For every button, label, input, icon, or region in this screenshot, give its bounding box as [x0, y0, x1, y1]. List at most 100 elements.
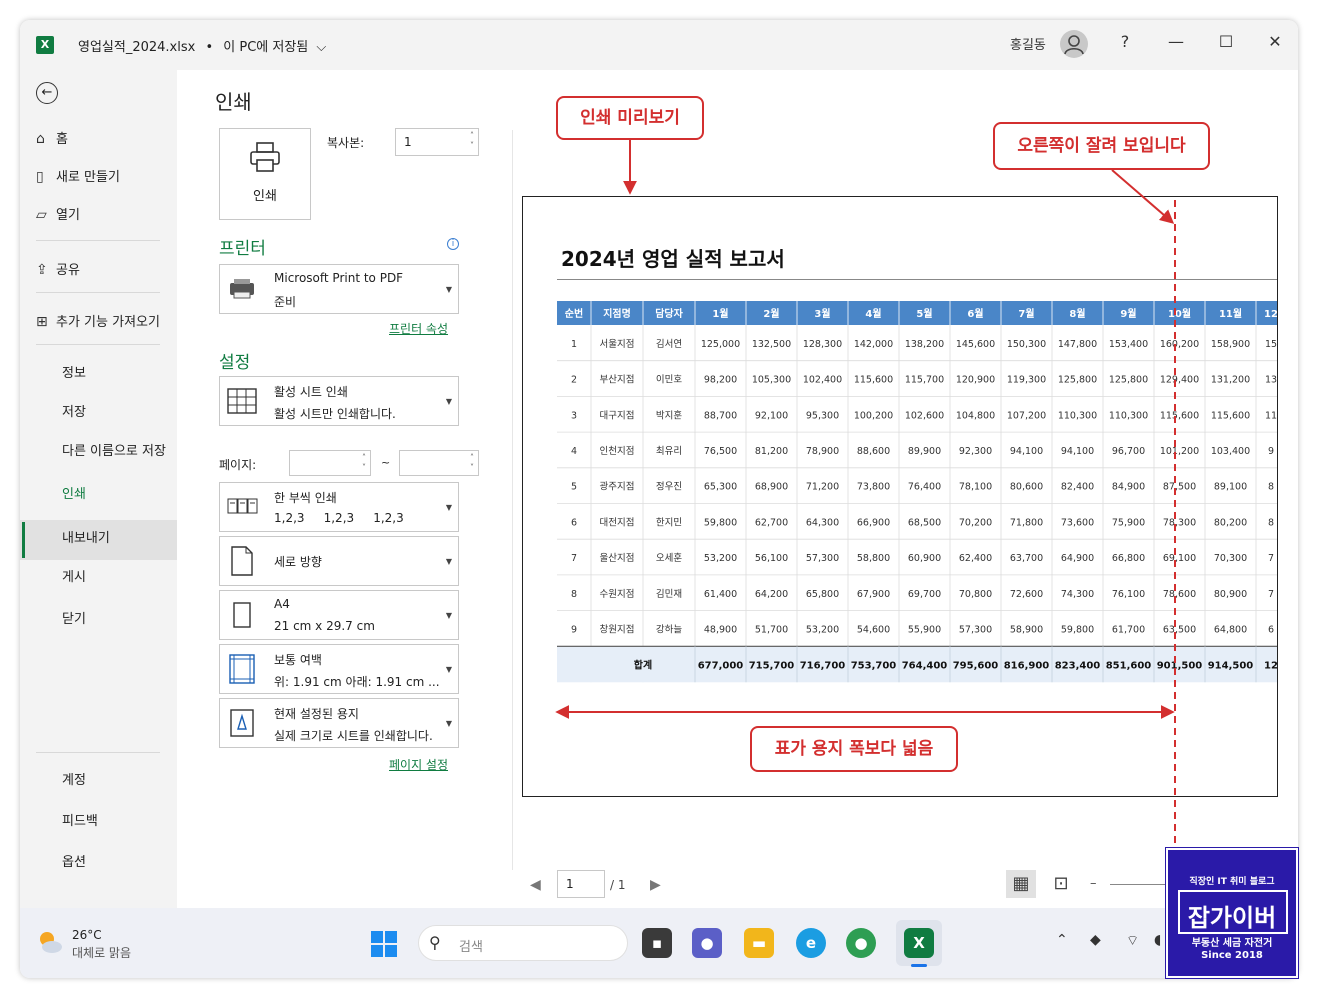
table-total-cell: 764,400 [902, 660, 948, 671]
nav-item-export[interactable]: 내보내기 [62, 527, 110, 546]
maximize-button[interactable]: ☐ [1211, 32, 1241, 51]
printer-dropdown[interactable]: Microsoft Print to PDF 준비 ▼ [219, 264, 459, 314]
sheet-grid-icon [227, 388, 257, 414]
table-cell: 이민호 [656, 375, 682, 386]
table-cell: 147,800 [1058, 339, 1097, 350]
nav-item-publish[interactable]: 게시 [62, 566, 86, 585]
print-button[interactable]: 인쇄 [219, 128, 311, 220]
table-cell: 71,800 [1010, 517, 1043, 528]
preview-divider [512, 130, 513, 870]
table-cell: 울산지점 [600, 552, 635, 564]
print-settings-panel: 인쇄 인쇄 복사본: 1 ˄ ˅ 프린터 i Microsoft Print to… [177, 70, 512, 908]
next-page-icon[interactable]: ▶ [650, 877, 661, 893]
printer-properties-link[interactable]: 프린터 속성 [389, 320, 448, 337]
scaling-dropdown[interactable]: 현재 설정된 용지 실제 크기로 시트를 인쇄합니다. ▼ [219, 698, 459, 748]
nav-item-new[interactable]: ▯ 새로 만들기 [36, 166, 120, 185]
collate-dropdown[interactable]: 한 부씩 인쇄 1,2,3 1,2,3 1,2,3 ▼ [219, 482, 459, 532]
nav-divider [36, 292, 160, 293]
table-cell: 142,000 [854, 339, 893, 350]
paper-size-dropdown[interactable]: A4 21 cm x 29.7 cm ▼ [219, 590, 459, 640]
table-cell: 57,300 [959, 624, 992, 635]
prev-page-icon[interactable]: ◀ [530, 877, 541, 893]
save-status: 이 PC에 저장됨 [223, 40, 309, 55]
orientation-dropdown[interactable]: 세로 방향 ▼ [219, 536, 459, 586]
table-cell: 94,100 [1061, 446, 1094, 457]
nav-item-home[interactable]: ⌂ 홈 [36, 128, 68, 147]
table-cell: 13 [1265, 375, 1277, 386]
chevron-down-icon[interactable]: ⌵ [316, 40, 326, 55]
minimize-button[interactable]: — [1161, 32, 1191, 51]
table-cell: 62,400 [959, 553, 992, 564]
taskbar-search[interactable]: ⚲ 검색 [418, 925, 628, 961]
table-cell: 서울지점 [600, 338, 635, 350]
excel-taskbar-icon[interactable]: X [904, 928, 934, 958]
nav-item-save[interactable]: 저장 [62, 401, 86, 420]
nav-item-info[interactable]: 정보 [62, 362, 86, 381]
close-button[interactable]: ✕ [1260, 32, 1290, 51]
table-cell: 94,100 [1010, 446, 1043, 457]
setting-label: 활성 시트 인쇄 [274, 385, 348, 399]
table-header-cell: 5월 [916, 308, 932, 320]
margins-dropdown[interactable]: 보통 여백 위: 1.91 cm 아래: 1.91 cm ... ▼ [219, 644, 459, 694]
table-cell: 대전지점 [600, 516, 635, 528]
tray-chevron-up-icon[interactable]: ⌃ [1056, 932, 1068, 948]
sales-table: 순번 지점명 담당자 1월 2월 3월 4월 5월 6월 7월 8월 9월 10월 11월 121 서울지점 김… [557, 301, 1277, 683]
back-arrow-icon[interactable]: ← [36, 82, 58, 104]
table-cell: 창원지점 [600, 623, 635, 635]
table-cell: 7 [1268, 589, 1274, 600]
table-cell: 66,800 [1112, 553, 1145, 564]
table-cell: 73,800 [857, 482, 890, 493]
spinner-arrows-icon[interactable]: ˄ ˅ [470, 453, 474, 473]
avatar-icon[interactable] [1060, 30, 1088, 58]
chrome-browser-icon[interactable]: ● [846, 928, 876, 958]
print-what-dropdown[interactable]: 활성 시트 인쇄 활성 시트만 인쇄합니다. ▼ [219, 376, 459, 426]
edge-browser-icon[interactable]: e [796, 928, 826, 958]
dropdown-caret-icon: ▼ [445, 285, 452, 294]
table-cell: 92,300 [959, 446, 992, 457]
file-explorer-icon[interactable]: ▬ [744, 928, 774, 958]
tray-app-icon[interactable]: ◆ [1090, 932, 1101, 948]
page-setup-link[interactable]: 페이지 설정 [389, 756, 448, 773]
nav-item-feedback[interactable]: 피드백 [62, 810, 98, 829]
weather-temp: 26°C [72, 928, 102, 942]
wifi-icon[interactable]: ⌔ [1126, 932, 1139, 950]
table-cell: 김서연 [656, 338, 682, 350]
page-title: 인쇄 [215, 90, 252, 114]
show-margins-icon[interactable]: ▦ [1006, 870, 1036, 898]
table-total-cell: 795,600 [953, 660, 999, 671]
help-button[interactable]: ? [1110, 32, 1140, 51]
spinner-arrows-icon[interactable]: ˄ ˅ [362, 453, 366, 473]
page-number-input[interactable]: 1 [557, 870, 605, 898]
speaker-icon[interactable]: ◖ [1154, 932, 1161, 948]
nav-item-addins[interactable]: ⊞ 추가 기능 가져오기 [36, 311, 160, 330]
new-document-icon: ▯ [36, 169, 44, 185]
nav-item-share[interactable]: ⇪ 공유 [36, 259, 80, 278]
windows-start-icon[interactable] [370, 930, 398, 958]
nav-item-save-as[interactable]: 다른 이름으로 저장 [62, 440, 166, 459]
user-name[interactable]: 홍길동 [1010, 34, 1046, 53]
info-icon[interactable]: i [447, 238, 459, 250]
setting-label: 현재 설정된 용지 [274, 707, 359, 721]
task-view-icon[interactable]: ▪ [642, 928, 672, 958]
zoom-to-page-icon[interactable]: ⊡ [1046, 870, 1076, 898]
nav-item-account[interactable]: 계정 [62, 769, 86, 788]
teams-chat-icon[interactable]: ● [692, 928, 722, 958]
weather-sun-cloud-icon[interactable] [36, 928, 64, 956]
copies-input[interactable]: 1 ˄ ˅ [395, 128, 479, 156]
pages-from-input[interactable]: ˄ ˅ [289, 450, 371, 476]
pages-to-input[interactable]: ˄ ˅ [399, 450, 479, 476]
nav-item-options[interactable]: 옵션 [62, 851, 86, 870]
table-cell: 9 [1268, 446, 1274, 457]
nav-item-print[interactable]: 인쇄 [62, 483, 86, 502]
zoom-slider[interactable] [1110, 884, 1170, 885]
spinner-arrows-icon[interactable]: ˄ ˅ [470, 131, 474, 151]
print-button-label: 인쇄 [253, 189, 277, 204]
table-cell: 92,100 [755, 410, 788, 421]
table-cell: 71,200 [806, 482, 839, 493]
file-name: 영업실적_2024.xlsx [78, 40, 196, 55]
nav-item-open[interactable]: ▱ 열기 [36, 204, 80, 223]
table-cell: 69,100 [1163, 553, 1196, 564]
file-title[interactable]: 영업실적_2024.xlsx • 이 PC에 저장됨 ⌵ [78, 36, 326, 55]
zoom-out-icon[interactable]: – [1090, 876, 1097, 891]
nav-item-close[interactable]: 닫기 [62, 608, 86, 627]
